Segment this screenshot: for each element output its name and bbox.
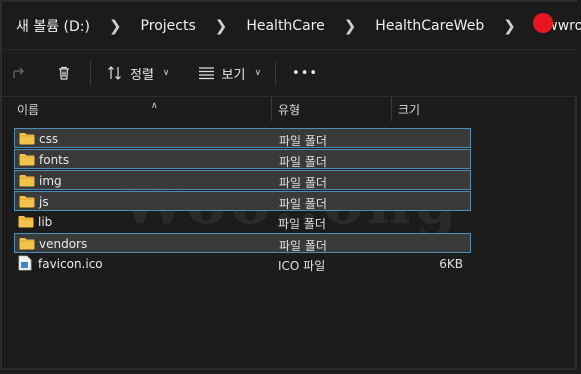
file-row[interactable]: favicon.ico ICO 파일 6KB [14,254,471,274]
folder-icon [18,215,34,228]
chevron-right-icon[interactable]: ❯ [215,17,228,35]
column-divider[interactable] [391,97,392,121]
toolbar-divider [275,61,277,85]
file-type: 파일 폴더 [279,155,327,169]
file-size: 6KB [439,257,463,271]
file-name: fonts [39,153,70,167]
chevron-down-icon: ∨ [254,68,262,78]
file-name: css [39,132,59,146]
folder-icon [19,174,35,187]
file-row[interactable]: img 파일 폴더 [14,170,471,190]
file-type: 파일 폴더 [279,134,327,148]
record-dot-icon [533,13,553,33]
sort-label: 정렬 [130,67,154,83]
breadcrumb: 새 볼륨 (D:) ❯ Projects ❯ HealthCare ❯ Heal… [2,2,581,50]
sort-ascending-icon: ∧ [151,101,158,111]
file-name: vendors [39,237,88,251]
file-row[interactable]: js 파일 폴더 [14,191,471,211]
toolbar-divider [90,61,91,85]
folder-icon [19,132,35,145]
folder-icon [19,195,35,208]
column-header-name[interactable]: 이름 [17,101,39,118]
column-header: ∧ 이름 유형 크기 [14,97,472,121]
breadcrumb-item-projects[interactable]: Projects [139,18,198,34]
sort-button[interactable]: 정렬 ∨ [107,64,170,83]
breadcrumb-item-drive[interactable]: 새 볼륨 (D:) [14,16,92,36]
folder-icon [19,237,35,250]
file-type: 파일 폴더 [279,197,327,211]
file-type: ICO 파일 [278,259,326,273]
column-header-size[interactable]: 크기 [398,101,420,118]
view-label: 보기 [221,67,246,83]
view-list-icon [198,67,214,80]
file-type: 파일 폴더 [278,217,326,231]
file-name: favicon.ico [38,257,103,271]
file-name: js [39,195,49,209]
chevron-right-icon[interactable]: ❯ [344,17,357,35]
breadcrumb-item-healthcare[interactable]: HealthCare [244,18,326,34]
more-options-button[interactable]: ••• [292,66,318,81]
column-divider[interactable] [271,97,272,121]
file-type: 파일 폴더 [279,176,327,190]
sort-icon [108,66,121,80]
file-row[interactable]: css 파일 폴더 [14,128,471,148]
file-name: img [39,174,62,188]
chevron-right-icon[interactable]: ❯ [503,17,516,35]
chevron-down-icon: ∨ [162,68,170,78]
delete-icon[interactable] [55,64,73,82]
view-button[interactable]: 보기 ∨ [198,64,262,83]
column-header-type[interactable]: 유형 [278,101,300,118]
folder-icon [19,153,35,166]
file-name: lib [38,215,53,229]
command-toolbar: 정렬 ∨ 보기 ∨ ••• [2,50,577,97]
file-row[interactable]: fonts 파일 폴더 [14,149,471,169]
chevron-right-icon[interactable]: ❯ [109,17,122,35]
share-icon[interactable] [10,64,28,82]
file-type: 파일 폴더 [279,239,327,253]
breadcrumb-item-healthcareweb[interactable]: HealthCareWeb [373,18,486,34]
file-row[interactable]: lib 파일 폴더 [14,212,471,232]
file-row[interactable]: vendors 파일 폴더 [14,233,471,253]
ico-file-icon [18,255,34,271]
